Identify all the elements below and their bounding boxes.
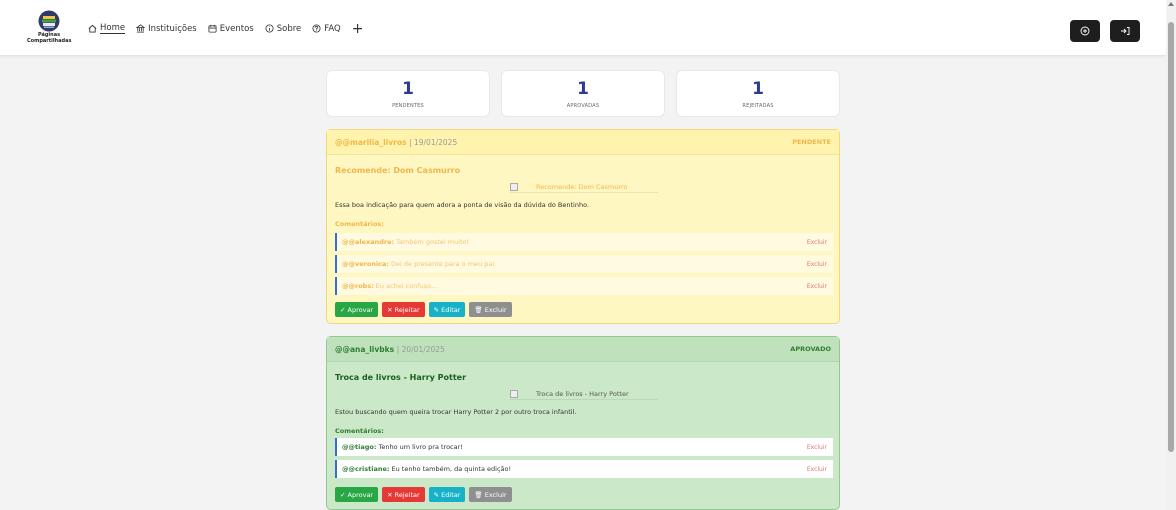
comment-author: @@alexandre: [342,238,395,246]
comment-text: Dei de presente para o meu pai. [391,260,497,268]
logo-text-line2: Compartilhadas [27,37,72,44]
comment-author: @@tiago: [342,443,377,451]
comment-author: @@cristiane: [342,465,390,473]
post-date: | 19/01/2025 [409,138,458,147]
scroll-up-arrow-icon[interactable] [1168,2,1174,6]
post-card-approved: @@ana_livbks | 20/01/2025 APROVADO Troca… [326,336,840,510]
broken-image-icon [510,389,518,398]
nav-sobre[interactable]: Sobre [265,23,302,34]
post-title: Troca de livros - Harry Potter [335,373,467,382]
comments-label: Comentários: [335,427,384,435]
post-card-pending: @@marilia_livros | 19/01/2025 PENDENTE R… [326,129,840,324]
reject-button[interactable]: ✕ Rejeitar [382,487,425,502]
nav-home[interactable]: Home [88,23,126,34]
comment-delete-link[interactable]: Excluir [807,239,827,246]
post-title: Recomende: Dom Casmurro [335,166,461,175]
post-header: @@ana_livbks | 20/01/2025 APROVADO [327,337,839,362]
login-button[interactable] [1110,20,1140,42]
status-badge: PENDENTE [792,138,831,146]
post-date: | 20/01/2025 [396,345,445,354]
comment-author: @@veronica: [342,260,390,268]
plus-circle-icon [1080,26,1090,36]
delete-button[interactable]: 🗑 Excluir [469,487,512,502]
post-image-placeholder: Recomende: Dom Casmurro [510,181,658,193]
stat-pendentes-value: 1 [402,79,414,99]
site-logo[interactable]: Páginas Compartilhadas [27,10,71,50]
stat-aprovadas: 1 APROVADAS [501,70,665,117]
post-description: Estou buscando quem queira trocar Harry … [335,408,577,416]
stat-aprovadas-label: APROVADAS [566,103,600,109]
post-image-placeholder: Troca de livros - Harry Potter [510,388,658,400]
comment-delete-link[interactable]: Excluir [807,444,827,451]
post-image-alt: Recomende: Dom Casmurro [536,182,628,191]
main-nav: Home Instituições Eventos Sobre FAQ + [88,22,364,36]
comment-text: Tenho um livro pra trocar! [378,443,463,451]
comment-item: @@veronica: Dei de presente para o meu p… [335,255,833,273]
stat-rejeitadas: 1 REJEITADAS [676,70,840,117]
comment-item: @@robs: Eu achei confuso... Excluir [335,277,833,295]
comment-text: Eu tenho também, da quinta edição! [391,465,512,473]
stat-pendentes: 1 PENDENTES [326,70,490,117]
comment-text: Eu achei confuso... [375,282,438,290]
nav-instituicoes[interactable]: Instituições [136,24,197,34]
nav-sobre-label: Sobre [276,23,302,34]
calendar-icon [208,24,217,33]
nav-instituicoes-label: Instituições [148,23,197,34]
comment-delete-link[interactable]: Excluir [807,283,827,290]
books-logo-icon [38,10,60,32]
comment-item: @@cristiane: Eu tenho também, da quinta … [335,460,833,478]
comment-text: Também gostei muito! [396,238,470,246]
scroll-thumb[interactable] [1168,22,1174,452]
comment-item: @@tiago: Tenho um livro pra trocar! Excl… [335,438,833,456]
post-actions: ✓ Aprovar ✕ Rejeitar ✎ Editar 🗑 Excluir [335,487,516,502]
approve-button[interactable]: ✓ Aprovar [335,302,379,317]
delete-button[interactable]: 🗑 Excluir [469,302,512,317]
post-description: Essa boa indicação para quem adora a pon… [335,201,590,209]
broken-image-icon [510,182,518,191]
approve-button[interactable]: ✓ Aprovar [335,487,379,502]
stat-aprovadas-value: 1 [577,79,589,99]
home-icon [88,24,97,33]
stat-pendentes-label: PENDENTES [392,103,424,109]
nav-faq-label: FAQ [324,23,341,34]
create-post-button[interactable] [1070,20,1100,42]
nav-add-button[interactable]: + [352,22,364,36]
nav-home-label: Home [100,23,126,34]
comments-label: Comentários: [335,220,384,228]
comment-item: @@alexandre: Também gostei muito! Exclui… [335,233,833,251]
comment-delete-link[interactable]: Excluir [807,466,827,473]
nav-eventos[interactable]: Eventos [208,24,254,34]
reject-button[interactable]: ✕ Rejeitar [382,302,425,317]
stat-rejeitadas-label: REJEITADAS [742,103,774,109]
nav-faq[interactable]: FAQ [312,23,341,34]
post-image-alt: Troca de livros - Harry Potter [536,389,629,398]
edit-button[interactable]: ✎ Editar [428,302,466,317]
status-badge: APROVADO [790,345,831,353]
nav-eventos-label: Eventos [219,23,254,34]
edit-button[interactable]: ✎ Editar [428,487,466,502]
institution-icon [136,24,146,33]
post-author[interactable]: @@marilia_livros [335,138,406,147]
page-scrollbar[interactable] [1166,0,1176,510]
post-author[interactable]: @@ana_livbks [335,345,394,354]
top-navbar: Páginas Compartilhadas Home Instituições… [0,0,1166,56]
stat-rejeitadas-value: 1 [752,79,764,99]
help-icon [312,24,321,33]
comment-delete-link[interactable]: Excluir [807,261,827,268]
post-actions: ✓ Aprovar ✕ Rejeitar ✎ Editar 🗑 Excluir [335,302,516,317]
post-header: @@marilia_livros | 19/01/2025 PENDENTE [327,130,839,155]
login-icon [1121,27,1130,35]
comment-author: @@robs: [342,282,374,290]
info-icon [265,24,274,33]
